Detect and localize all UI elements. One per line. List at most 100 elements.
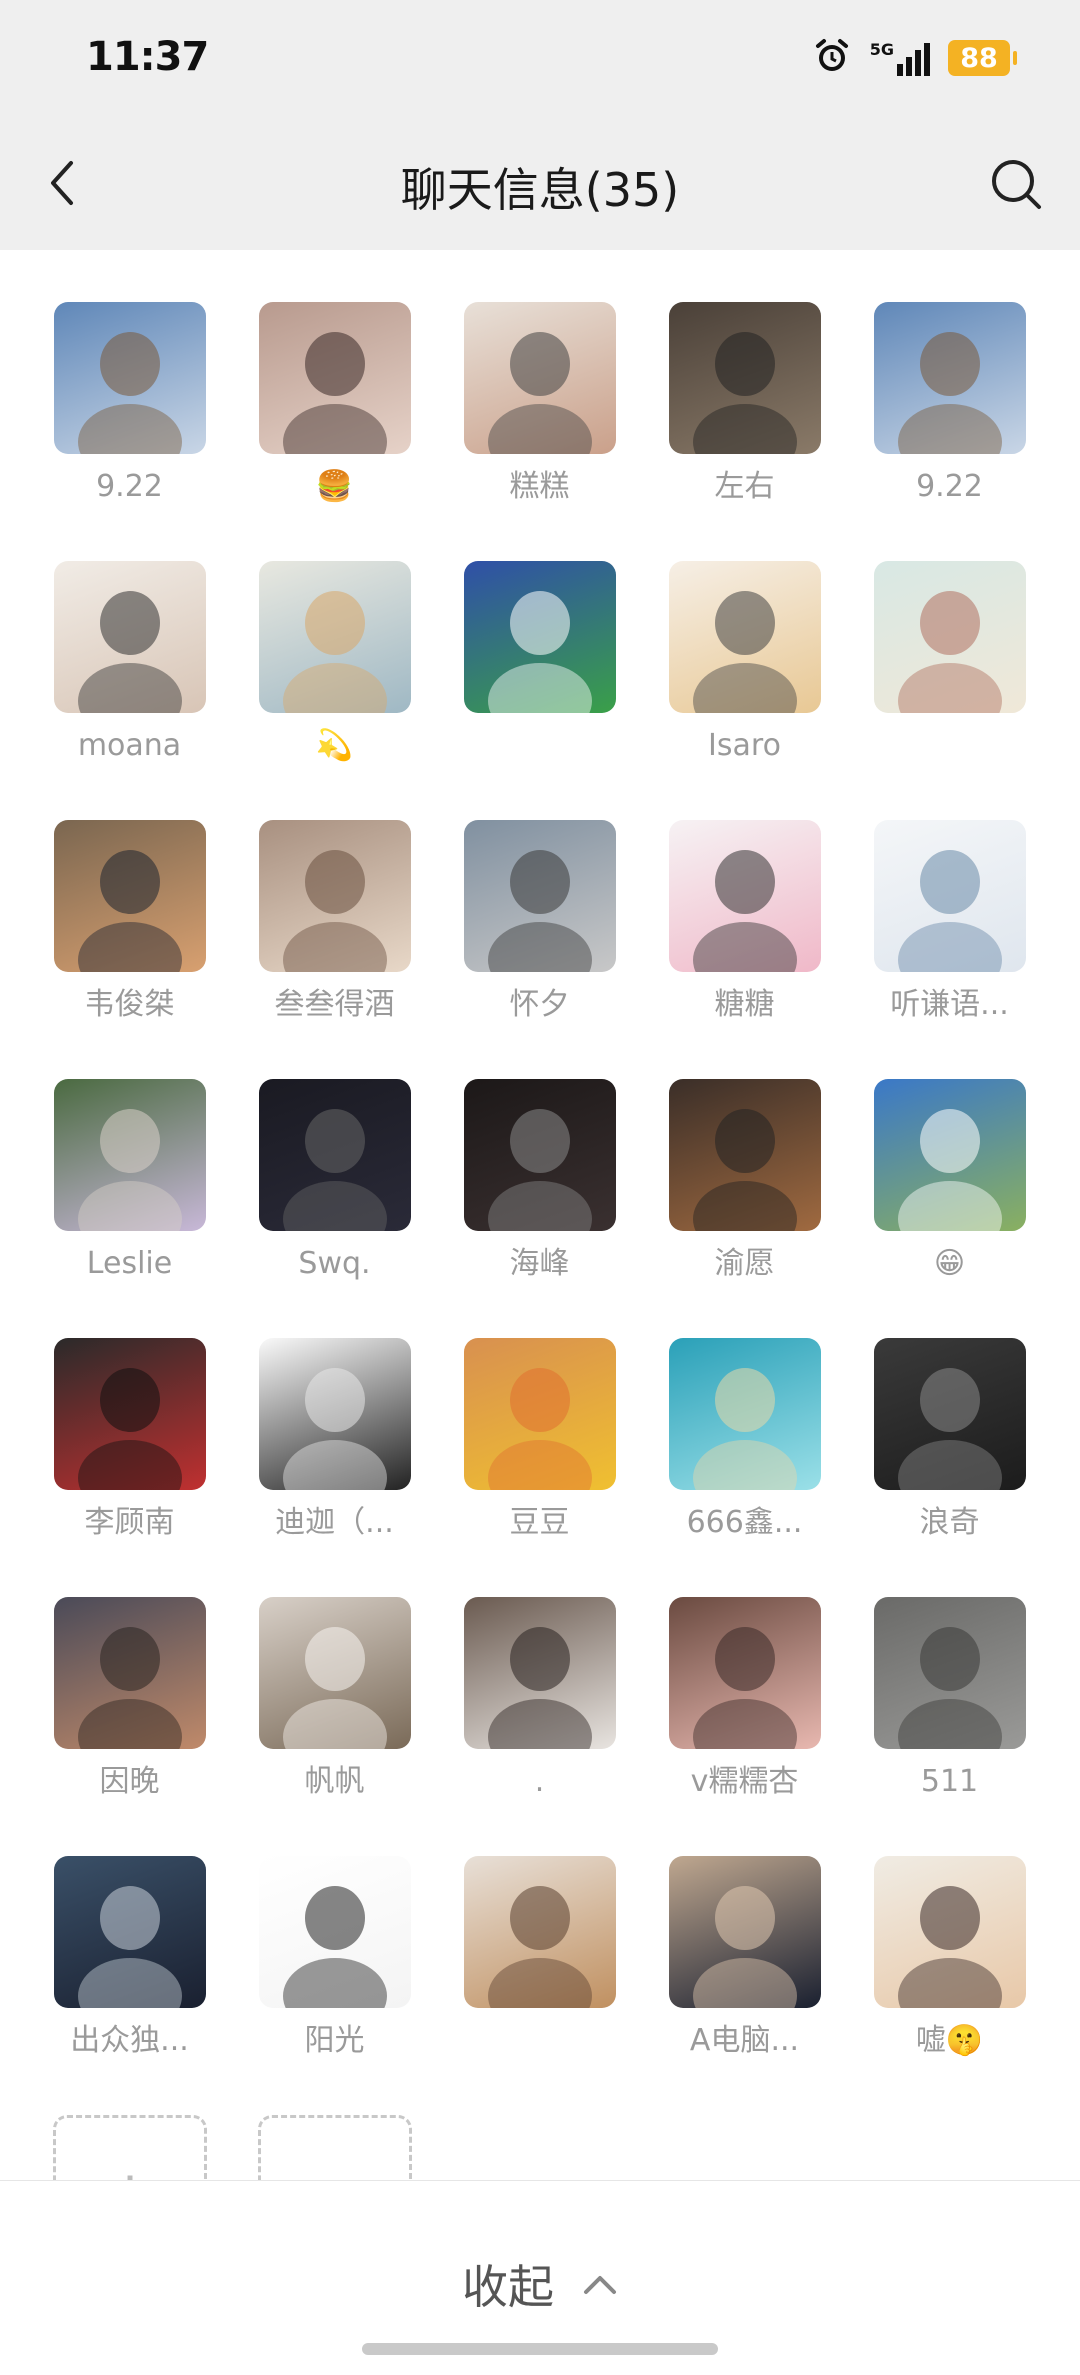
avatar[interactable] (873, 820, 1026, 972)
member-name: 叁叁得酒 (274, 987, 395, 1022)
member-item[interactable]: 嘘🤫 (847, 1856, 1052, 2062)
member-name: 🍔 (315, 469, 354, 504)
avatar[interactable] (463, 302, 616, 454)
member-name: 666鑫... (686, 1505, 803, 1540)
avatar[interactable] (668, 1856, 821, 2008)
member-name: 听谦语... (890, 987, 1009, 1022)
member-item[interactable]: . (437, 1597, 642, 1803)
member-item[interactable]: 💫 (232, 561, 437, 767)
avatar[interactable] (258, 820, 411, 972)
member-item[interactable]: 叁叁得酒 (232, 820, 437, 1026)
member-item[interactable]: Leslie (27, 1079, 232, 1285)
member-grid: 9.22 🍔 糕糕 左右 9.22 moana 💫 ￼ Isaro 韦俊桀 叁叁得酒 怀夕 糖糖 听谦语.… (0, 250, 1080, 2180)
member-item[interactable] (847, 561, 1052, 767)
avatar[interactable] (463, 820, 616, 972)
avatar[interactable] (873, 561, 1026, 713)
member-item[interactable]: 帆帆 (232, 1597, 437, 1803)
member-item[interactable]: 😁 (847, 1079, 1052, 1285)
member-name: 出众独... (70, 2023, 189, 2058)
member-name: 李顾南 (84, 1505, 175, 1540)
status-bar: 11:37 5G 88 (0, 0, 1080, 120)
member-name: 💫 (315, 728, 354, 763)
member-name: 渝愿 (714, 1246, 775, 1281)
member-item[interactable]: 阳光 (232, 1856, 437, 2062)
member-name: 😁 (933, 1246, 966, 1281)
avatar[interactable] (873, 302, 1026, 454)
avatar[interactable] (463, 1079, 616, 1231)
member-item[interactable]: A电脑... (642, 1856, 847, 2062)
avatar[interactable] (53, 1338, 206, 1490)
home-indicator[interactable] (362, 2343, 718, 2355)
collapse-label: 收起 (462, 2260, 554, 2314)
avatar[interactable] (873, 1079, 1026, 1231)
member-item[interactable]: v糯糯杏 (642, 1597, 847, 1803)
member-item[interactable]: 豆豆 (437, 1338, 642, 1544)
add-member-button[interactable]: + (53, 2115, 207, 2180)
battery-icon: 88 (948, 40, 1017, 76)
battery-level: 88 (960, 42, 998, 74)
avatar[interactable] (53, 561, 206, 713)
member-name: 迪迦（... (275, 1505, 394, 1540)
member-item[interactable]: 怀夕 (437, 820, 642, 1026)
member-item[interactable]: 糖糖 (642, 820, 847, 1026)
member-name: 浪奇 (919, 1505, 980, 1540)
avatar[interactable] (873, 1597, 1026, 1749)
member-item[interactable]: 左右 (642, 302, 847, 508)
collapse-button[interactable]: 收起 (0, 2251, 1080, 2317)
member-item[interactable]: 听谦语... (847, 820, 1052, 1026)
avatar[interactable] (668, 1079, 821, 1231)
avatar[interactable] (873, 1338, 1026, 1490)
member-item[interactable]: Isaro (642, 561, 847, 767)
member-item[interactable]: ￼ (437, 561, 642, 767)
member-item[interactable] (437, 1856, 642, 2062)
member-item[interactable]: 9.22 (27, 302, 232, 508)
avatar[interactable] (53, 1079, 206, 1231)
member-name: 9.22 (916, 469, 983, 504)
avatar[interactable] (463, 1338, 616, 1490)
member-name: 左右 (714, 469, 775, 504)
member-item[interactable]: 迪迦（... (232, 1338, 437, 1544)
header: 聊天信息(35) (0, 120, 1080, 250)
avatar[interactable] (258, 1338, 411, 1490)
avatar[interactable] (668, 1338, 821, 1490)
avatar[interactable] (463, 1597, 616, 1749)
member-item[interactable]: 渝愿 (642, 1079, 847, 1285)
member-item[interactable]: 韦俊桀 (27, 820, 232, 1026)
member-item[interactable]: 511 (847, 1597, 1052, 1803)
member-item[interactable]: 🍔 (232, 302, 437, 508)
member-name: ￼ (437, 725, 642, 767)
avatar[interactable] (668, 820, 821, 972)
chevron-up-icon (584, 2276, 616, 2294)
member-item[interactable]: Swq. (232, 1079, 437, 1285)
search-button[interactable] (982, 150, 1052, 220)
avatar[interactable] (258, 1856, 411, 2008)
member-item[interactable]: 李顾南 (27, 1338, 232, 1544)
minus-icon: - (261, 2158, 409, 2180)
avatar[interactable] (53, 1856, 206, 2008)
member-item[interactable]: 666鑫... (642, 1338, 847, 1544)
avatar[interactable] (258, 1597, 411, 1749)
avatar[interactable] (258, 1079, 411, 1231)
member-item[interactable]: 因晚 (27, 1597, 232, 1803)
avatar[interactable] (463, 1856, 616, 2008)
avatar[interactable] (873, 1856, 1026, 2008)
member-name: 怀夕 (509, 987, 570, 1022)
avatar[interactable] (463, 561, 616, 713)
avatar[interactable] (258, 302, 411, 454)
member-item[interactable]: 糕糕 (437, 302, 642, 508)
member-name: 511 (920, 1764, 979, 1799)
member-item[interactable]: 出众独... (27, 1856, 232, 2062)
avatar[interactable] (53, 1597, 206, 1749)
member-item[interactable]: 9.22 (847, 302, 1052, 508)
avatar[interactable] (53, 820, 206, 972)
avatar[interactable] (53, 302, 206, 454)
member-name: A电脑... (689, 2023, 800, 2058)
member-item[interactable]: 海峰 (437, 1079, 642, 1285)
avatar[interactable] (668, 302, 821, 454)
avatar[interactable] (668, 561, 821, 713)
remove-member-button[interactable]: - (258, 2115, 412, 2180)
member-item[interactable]: moana (27, 561, 232, 767)
member-item[interactable]: 浪奇 (847, 1338, 1052, 1544)
avatar[interactable] (258, 561, 411, 713)
avatar[interactable] (668, 1597, 821, 1749)
